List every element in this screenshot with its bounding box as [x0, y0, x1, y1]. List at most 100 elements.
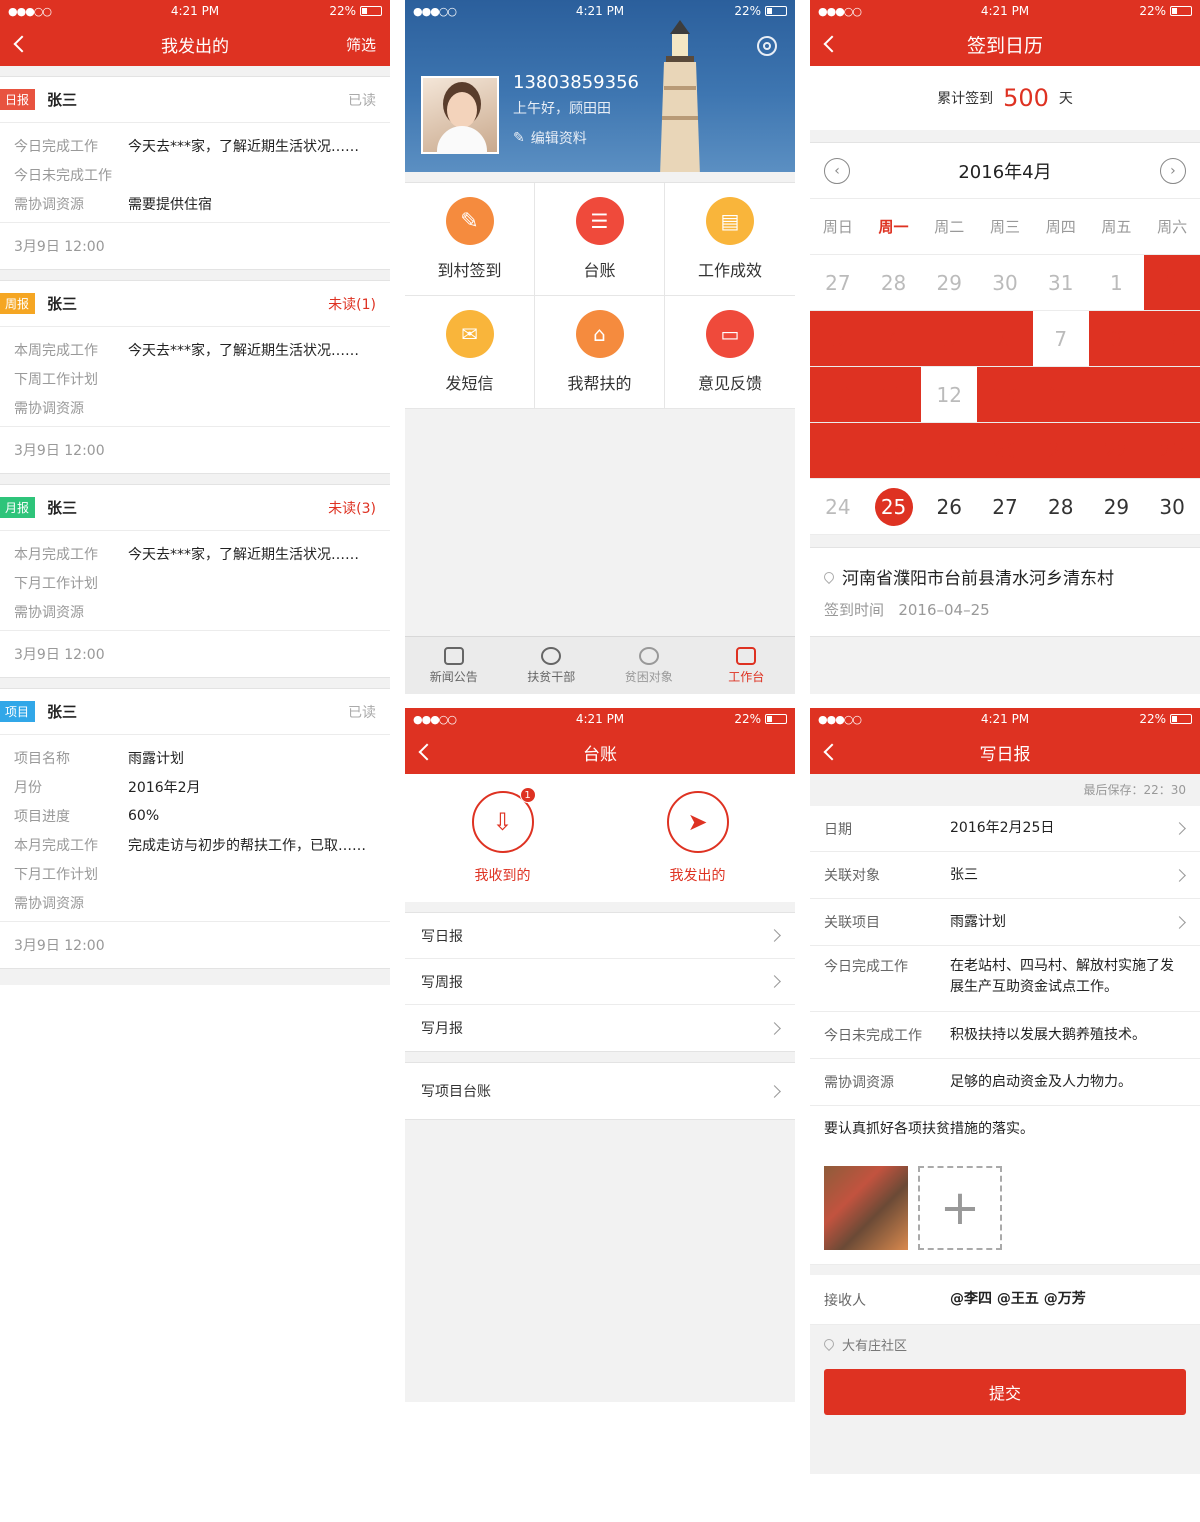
battery-percent: 22% [329, 4, 356, 18]
status-bar: ●●●○○ 4:21 PM 22% [0, 0, 390, 22]
write-project-item[interactable]: 写项目台账 [405, 1063, 795, 1119]
tab-workbench[interactable]: 工作台 [698, 637, 796, 694]
calendar-day[interactable]: 10 [810, 367, 866, 423]
grid-item-results[interactable]: ▤ 工作成效 [665, 183, 795, 296]
calendar-day[interactable]: 14 [1032, 367, 1089, 423]
battery-percent: 22% [734, 4, 761, 18]
undone-work-field[interactable]: 今日未完成工作 积极扶持以发展大鹅养殖技术。 [810, 1012, 1200, 1059]
message-icon: ✉ [445, 310, 494, 358]
calendar-day[interactable]: 31 [1032, 255, 1089, 311]
location-row[interactable]: 大有庄社区 [810, 1325, 1200, 1363]
write-daily-item[interactable]: 写日报 [405, 913, 795, 959]
calendar-day[interactable]: 28 [865, 255, 922, 311]
write-weekly-item[interactable]: 写周报 [405, 959, 795, 1005]
grid-item-helped[interactable]: ⌂ 我帮扶的 [535, 296, 665, 409]
related-project-field[interactable]: 关联项目 雨露计划 [810, 899, 1200, 946]
tab-poor[interactable]: 贫困对象 [600, 637, 698, 694]
location-text: 大有庄社区 [842, 1338, 908, 1354]
received-button[interactable]: ⇩ 1 我收到的 [471, 787, 536, 885]
calendar-day[interactable]: 20 [977, 423, 1033, 479]
receiver-field[interactable]: 接收人 @李四 @王五 @万芳 [810, 1275, 1200, 1325]
calendar-day[interactable]: 6 [977, 311, 1033, 367]
report-card[interactable]: 项目 张三 已读 项目名称 雨露计划 月份 2016年2月 项目进度 60% 本… [0, 688, 390, 969]
page-title: 台账 [583, 744, 617, 765]
calendar-day-selected[interactable]: 25 [865, 479, 922, 535]
calendar-day[interactable]: 23 [1144, 423, 1200, 479]
back-button[interactable] [820, 22, 850, 66]
back-button[interactable] [415, 730, 445, 774]
tab-news[interactable]: 新闻公告 [405, 637, 503, 694]
calendar-day[interactable]: 29 [921, 255, 978, 311]
news-icon [443, 646, 464, 665]
grid-item-ledger[interactable]: ☰ 台账 [535, 183, 665, 296]
tab-label: 贫困对象 [624, 669, 673, 684]
calendar-day[interactable]: 30 [1144, 479, 1200, 535]
attached-photo[interactable] [824, 1166, 908, 1250]
calendar-day[interactable]: 11 [865, 367, 922, 423]
calendar-day[interactable]: 17 [810, 423, 866, 479]
report-row: 本月完成工作 完成走访与初步的帮扶工作，已取…… [14, 830, 376, 859]
related-person-field[interactable]: 关联对象 张三 [810, 852, 1200, 899]
grid-item-checkin[interactable]: ✎ 到村签到 [405, 183, 535, 296]
report-card[interactable]: 日报 张三 已读 今日完成工作 今天去***家，了解近期生活状况…… 今日未完成… [0, 76, 390, 270]
grid-item-feedback[interactable]: ▭ 意见反馈 [665, 296, 795, 409]
date-field[interactable]: 日期 2016年2月25日 [810, 806, 1200, 852]
settings-icon[interactable] [757, 36, 777, 56]
calendar-day[interactable]: 15 [1088, 367, 1145, 423]
last-saved: 最后保存：22：30 [1083, 783, 1186, 797]
calendar-day[interactable]: 3 [810, 311, 866, 367]
prev-month-button[interactable]: ‹ [824, 157, 850, 184]
edit-profile-link[interactable]: ✎ 编辑资料 [513, 128, 587, 148]
report-card[interactable]: 周报 张三 未读(1) 本周完成工作 今天去***家，了解近期生活状况…… 下周… [0, 280, 390, 474]
calendar-day[interactable]: 7 [1032, 311, 1089, 367]
photo-attachments: + [810, 1164, 1200, 1265]
calendar-day[interactable]: 19 [921, 423, 978, 479]
filter-button[interactable]: 筛选 [346, 34, 376, 55]
next-month-button[interactable]: › [1159, 157, 1186, 184]
calendar-day[interactable]: 8 [1088, 311, 1145, 367]
calendar-day[interactable]: 26 [921, 479, 978, 535]
tab-cadres[interactable]: 扶贫干部 [503, 637, 601, 694]
calendar-day[interactable]: 18 [865, 423, 922, 479]
field-value: 足够的启动资金及人力物力。 [950, 1073, 1132, 1090]
day-number: 12 [936, 382, 962, 407]
signal-indicator: ●●●○○ [818, 4, 862, 18]
row-label: 本月完成工作 [14, 546, 98, 563]
add-photo-button[interactable]: + [918, 1166, 1002, 1250]
grid-label: 到村签到 [437, 261, 502, 280]
submit-button[interactable]: 提交 [824, 1369, 1186, 1415]
calendar-day[interactable]: 22 [1088, 423, 1145, 479]
field-value: 2016年2月25日 [950, 820, 1055, 836]
grid-item-sms[interactable]: ✉ 发短信 [405, 296, 535, 409]
calendar-day[interactable]: 16 [1144, 367, 1200, 423]
back-button[interactable] [820, 730, 850, 774]
report-row: 需协调资源 [14, 888, 376, 917]
calendar-day[interactable]: 27 [977, 479, 1033, 535]
done-work-field[interactable]: 今日完成工作 在老站村、四马村、解放村实施了发展生产互助资金试点工作。 [810, 946, 1200, 1012]
write-monthly-item[interactable]: 写月报 [405, 1005, 795, 1051]
calendar-day[interactable]: 2 [1144, 255, 1200, 311]
avatar[interactable] [421, 76, 499, 154]
user-phone: 13803859356 [513, 72, 639, 93]
calendar-day[interactable]: 12 [921, 367, 978, 423]
day-number: 29 [1103, 494, 1130, 519]
remark-textarea[interactable]: 要认真抓好各项扶贫措施的落实。 [810, 1106, 1200, 1164]
calendar-day[interactable]: 24 [810, 479, 866, 535]
report-card[interactable]: 月报 张三 未读(3) 本月完成工作 今天去***家，了解近期生活状况…… 下月… [0, 484, 390, 678]
calendar-day[interactable]: 13 [977, 367, 1033, 423]
calendar-day[interactable]: 1 [1088, 255, 1145, 311]
sent-button[interactable]: ➤ 我发出的 [666, 791, 729, 885]
battery-percent: 22% [1139, 712, 1166, 726]
calendar-day[interactable]: 29 [1088, 479, 1145, 535]
calendar-day[interactable]: 4 [865, 311, 922, 367]
back-button[interactable] [10, 22, 40, 66]
calendar-day[interactable]: 21 [1032, 423, 1089, 479]
calendar-day[interactable]: 30 [977, 255, 1033, 311]
report-row: 今日未完成工作 [14, 160, 376, 189]
calendar-day[interactable]: 5 [921, 311, 978, 367]
checkin-address: 河南省濮阳市台前县清水河乡清东村 [842, 569, 1114, 589]
resources-field[interactable]: 需协调资源 足够的启动资金及人力物力。 [810, 1059, 1200, 1106]
calendar-day[interactable]: 9 [1144, 311, 1200, 367]
calendar-day[interactable]: 27 [810, 255, 866, 311]
calendar-day[interactable]: 28 [1032, 479, 1089, 535]
